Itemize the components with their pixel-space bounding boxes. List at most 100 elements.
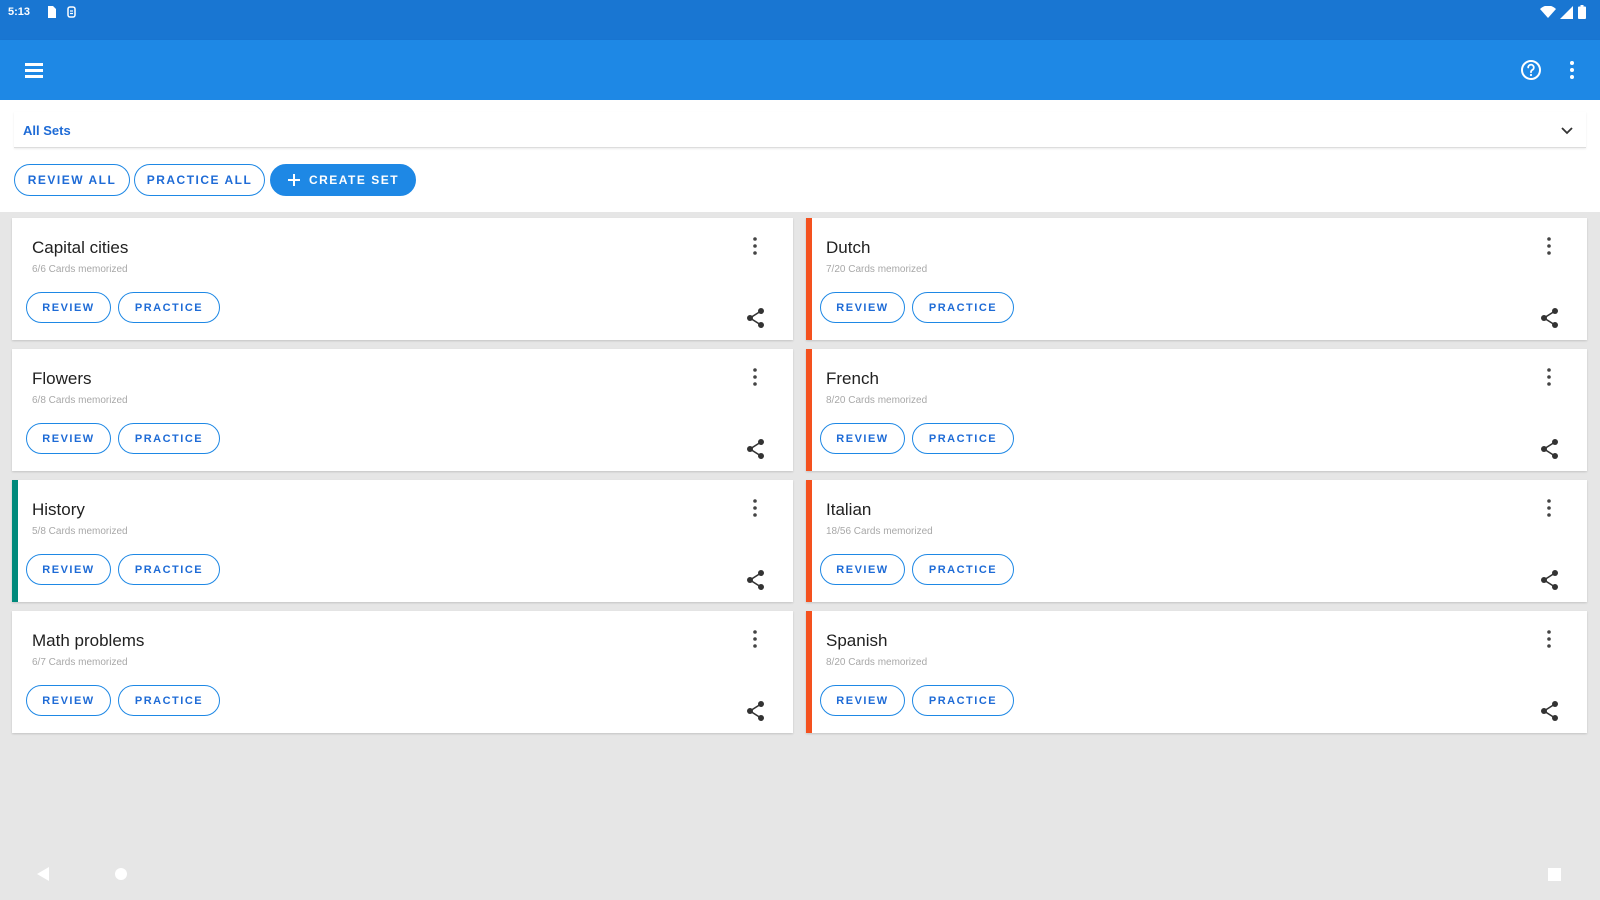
review-all-label: REVIEW ALL [27, 173, 117, 187]
signal-icon [1560, 5, 1573, 19]
card-title: Flowers [32, 369, 92, 388]
set-card-flowers[interactable]: Flowers 6/8 Cards memorized REVIEW PRACT… [12, 349, 793, 471]
card-subtitle: 5/8 Cards memorized [32, 526, 128, 537]
practice-button[interactable]: PRACTICE [912, 423, 1014, 454]
wifi-icon [1540, 5, 1556, 18]
card-subtitle: 6/6 Cards memorized [32, 264, 128, 275]
card-subtitle: 8/20 Cards memorized [826, 395, 928, 406]
set-filter-dropdown[interactable]: All Sets [14, 112, 1586, 148]
review-label: REVIEW [42, 301, 95, 314]
menu-icon[interactable] [22, 58, 46, 82]
practice-button[interactable]: PRACTICE [912, 554, 1014, 585]
review-button[interactable]: REVIEW [820, 292, 905, 323]
share-icon[interactable] [745, 306, 767, 330]
review-button[interactable]: REVIEW [820, 554, 905, 585]
set-card-french[interactable]: French 8/20 Cards memorized REVIEW PRACT… [806, 349, 1587, 471]
share-icon[interactable] [745, 568, 767, 592]
app-bar [0, 40, 1600, 100]
set-card-math-problems[interactable]: Math problems 6/7 Cards memorized REVIEW… [12, 611, 793, 733]
card-accent [12, 480, 18, 602]
review-label: REVIEW [42, 563, 95, 576]
share-icon[interactable] [1539, 699, 1561, 723]
practice-label: PRACTICE [928, 694, 998, 707]
set-card-spanish[interactable]: Spanish 8/20 Cards memorized REVIEW PRAC… [806, 611, 1587, 733]
review-label: REVIEW [836, 694, 889, 707]
practice-label: PRACTICE [134, 563, 204, 576]
review-button[interactable]: REVIEW [820, 685, 905, 716]
review-label: REVIEW [836, 301, 889, 314]
card-accent [806, 349, 812, 471]
card-title: French [826, 369, 879, 388]
status-icons [1540, 5, 1586, 19]
set-card-history[interactable]: History 5/8 Cards memorized REVIEW PRACT… [12, 480, 793, 602]
set-card-dutch[interactable]: Dutch 7/20 Cards memorized REVIEW PRACTI… [806, 218, 1587, 340]
practice-button[interactable]: PRACTICE [118, 292, 220, 323]
practice-all-button[interactable]: PRACTICE ALL [134, 164, 265, 196]
card-accent [806, 480, 812, 602]
plus-icon [287, 174, 300, 186]
review-label: REVIEW [836, 563, 889, 576]
practice-label: PRACTICE [928, 563, 998, 576]
review-button[interactable]: REVIEW [820, 423, 905, 454]
practice-button[interactable]: PRACTICE [912, 292, 1014, 323]
practice-label: PRACTICE [928, 432, 998, 445]
practice-label: PRACTICE [134, 301, 204, 314]
more-vert-icon[interactable] [1539, 496, 1559, 520]
more-vert-icon[interactable] [1539, 365, 1559, 389]
more-vert-icon[interactable] [745, 365, 765, 389]
share-icon[interactable] [745, 699, 767, 723]
practice-label: PRACTICE [928, 301, 998, 314]
home-icon[interactable] [115, 868, 127, 880]
card-subtitle: 18/56 Cards memorized [826, 526, 933, 537]
card-subtitle: 6/7 Cards memorized [32, 657, 128, 668]
card-accent [12, 349, 18, 471]
practice-button[interactable]: PRACTICE [912, 685, 1014, 716]
practice-label: PRACTICE [134, 432, 204, 445]
review-button[interactable]: REVIEW [26, 685, 111, 716]
more-vert-icon[interactable] [745, 496, 765, 520]
card-accent [12, 611, 18, 733]
back-icon[interactable] [36, 866, 50, 882]
card-title: Spanish [826, 631, 888, 650]
share-icon[interactable] [1539, 568, 1561, 592]
share-icon[interactable] [745, 437, 767, 461]
set-card-capital-cities[interactable]: Capital cities 6/6 Cards memorized REVIE… [12, 218, 793, 340]
recents-icon[interactable] [1548, 868, 1561, 881]
card-title: Math problems [32, 631, 145, 650]
notification-icon [67, 6, 76, 18]
practice-label: PRACTICE [134, 694, 204, 707]
card-title: History [32, 500, 85, 519]
practice-button[interactable]: PRACTICE [118, 423, 220, 454]
practice-all-label: PRACTICE ALL [146, 173, 253, 187]
review-label: REVIEW [42, 694, 95, 707]
card-accent [806, 611, 812, 733]
review-all-button[interactable]: REVIEW ALL [14, 164, 130, 196]
share-icon[interactable] [1539, 437, 1561, 461]
card-subtitle: 8/20 Cards memorized [826, 657, 928, 668]
toolbar-area: All Sets REVIEW ALL PRACTICE ALL CREATE … [0, 100, 1600, 212]
review-label: REVIEW [42, 432, 95, 445]
status-bar: 5:13 [0, 0, 1600, 40]
sim-card-icon [48, 6, 56, 18]
card-title: Capital cities [32, 238, 129, 257]
status-time: 5:13 [8, 6, 31, 18]
set-card-italian[interactable]: Italian 18/56 Cards memorized REVIEW PRA… [806, 480, 1587, 602]
battery-icon [1578, 5, 1586, 19]
chevron-down-icon [1561, 127, 1573, 135]
review-button[interactable]: REVIEW [26, 554, 111, 585]
practice-button[interactable]: PRACTICE [118, 554, 220, 585]
help-icon[interactable] [1518, 57, 1544, 83]
review-label: REVIEW [836, 432, 889, 445]
more-vert-icon[interactable] [745, 234, 765, 258]
more-vert-icon[interactable] [1539, 627, 1559, 651]
more-vert-icon[interactable] [745, 627, 765, 651]
card-title: Italian [826, 500, 872, 519]
practice-button[interactable]: PRACTICE [118, 685, 220, 716]
more-vert-icon[interactable] [1539, 234, 1559, 258]
more-vert-icon[interactable] [1560, 57, 1584, 83]
review-button[interactable]: REVIEW [26, 423, 111, 454]
review-button[interactable]: REVIEW [26, 292, 111, 323]
share-icon[interactable] [1539, 306, 1561, 330]
create-set-label: CREATE SET [308, 173, 400, 187]
create-set-button[interactable]: CREATE SET [270, 164, 416, 196]
